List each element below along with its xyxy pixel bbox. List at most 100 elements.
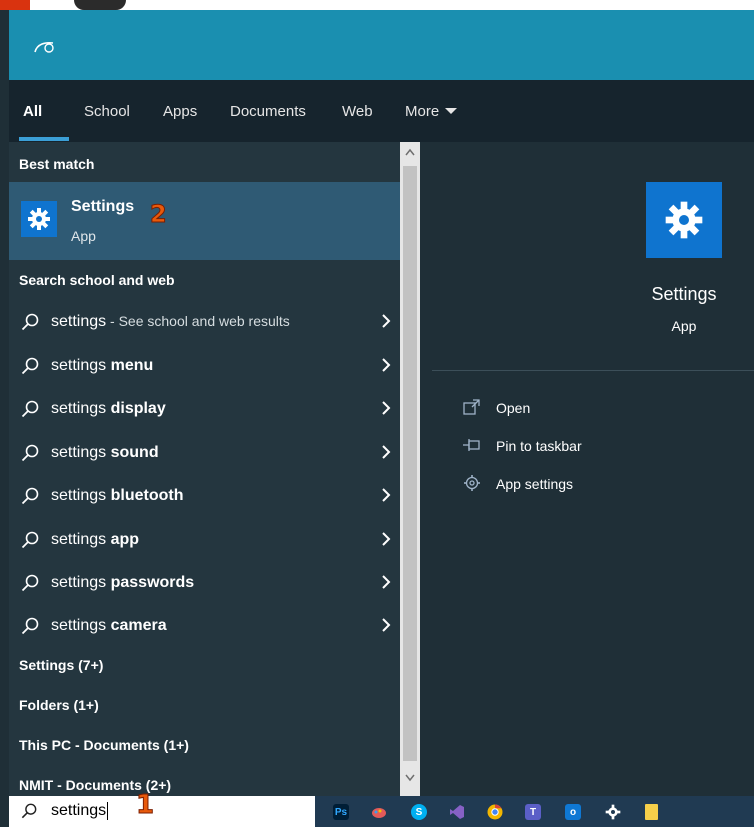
step-badge-2: 2 [150,200,168,229]
category-settings[interactable]: Settings (7+) [19,657,103,673]
paint-icon[interactable] [371,804,387,820]
results-pane: Best match Settings App Search school an… [9,142,400,796]
photoshop-icon[interactable]: Ps [333,804,349,820]
search-icon [21,803,37,819]
search-header [9,10,754,80]
search-icon [21,357,39,375]
query-completion: app [110,531,140,548]
app-icon-fragment [0,0,30,10]
chevron-right-icon [382,445,391,459]
query-completion: sound [110,444,159,461]
web-result-text: settings bluetooth [51,487,183,505]
chevron-right-icon [382,358,391,372]
query-text: settings [51,574,111,591]
query-text: settings [51,313,107,330]
query-text: settings [51,400,111,417]
open-label: Open [496,400,531,416]
web-result-row[interactable]: settings bluetooth [9,476,400,516]
file-explorer-icon[interactable] [645,804,658,820]
tab-school[interactable]: School [84,103,130,120]
tab-more-label: More [405,103,440,120]
cortana-logo-icon [34,41,54,53]
tab-web[interactable]: Web [342,103,373,120]
web-result-text: settings - See school and web results [51,313,290,331]
query-text: settings [51,444,111,461]
web-result-row[interactable]: settings - See school and web results [9,302,400,342]
chrome-icon[interactable] [487,804,503,820]
chevron-right-icon [382,575,391,589]
chevron-right-icon [382,532,391,546]
tab-all[interactable]: All [23,103,42,120]
app-settings-label: App settings [496,476,574,492]
query-completion: passwords [110,574,195,591]
preview-pane: Settings App Open Pin to taskbar App set… [420,142,754,796]
search-input[interactable]: settings [51,802,109,820]
category-this-pc-documents[interactable]: This PC - Documents (1+) [19,737,189,753]
best-match-subtitle: App [71,228,96,244]
web-result-text: settings menu [51,357,153,375]
pin-label: Pin to taskbar [496,438,582,454]
best-match-header: Best match [19,156,95,172]
best-match-result[interactable]: Settings App [9,182,400,260]
web-result-text: settings camera [51,617,167,635]
chevron-right-icon [382,618,391,632]
query-completion: menu [110,357,154,374]
preview-subtitle: App [671,318,697,334]
web-result-row[interactable]: settings passwords [9,563,400,603]
step-badge-1: 1 [135,790,155,821]
preview-title: Settings [651,284,717,304]
search-icon [21,531,39,549]
scroll-up-icon[interactable] [405,148,415,156]
taskbar-search-box[interactable]: settings [9,796,315,827]
web-result-row[interactable]: settings display [9,389,400,429]
outlook-icon[interactable]: o [565,804,581,820]
results-scrollbar[interactable] [400,142,420,796]
open-icon [463,399,480,415]
category-folders[interactable]: Folders (1+) [19,697,99,713]
search-icon [21,617,39,635]
web-result-text: settings passwords [51,574,194,592]
web-result-text: settings app [51,531,139,549]
teams-icon[interactable]: T [525,804,541,820]
chevron-right-icon [382,314,391,328]
gear-icon [464,475,480,491]
search-web-header: Search school and web [19,272,175,288]
query-text: settings [51,617,111,634]
dropdown-arrow-icon [445,108,458,114]
search-tabs: All School Apps Documents Web More [9,80,754,142]
visual-studio-icon[interactable] [449,804,465,820]
chevron-right-icon [382,488,391,502]
pin-icon [463,439,480,451]
query-text: settings [51,357,111,374]
web-result-row[interactable]: settings camera [9,606,400,646]
search-icon [21,400,39,418]
taskbar: Ps S T o [315,796,754,827]
divider [432,370,754,371]
search-icon [21,487,39,505]
query-hint: - See school and web results [106,313,290,329]
tab-apps[interactable]: Apps [163,103,197,120]
desktop-top-strip [0,0,754,10]
gear-icon [21,201,57,237]
skype-icon[interactable]: S [411,804,427,820]
chevron-right-icon [382,401,391,415]
tab-documents[interactable]: Documents [230,103,306,120]
settings-gear-icon[interactable] [605,804,621,820]
web-result-row[interactable]: settings menu [9,346,400,386]
web-result-text: settings display [51,400,166,418]
tab-more[interactable]: More [405,103,458,120]
best-match-title: Settings [71,198,135,215]
web-result-text: settings sound [51,444,159,462]
web-result-row[interactable]: settings app [9,520,400,560]
scroll-down-icon[interactable] [405,774,415,782]
web-result-row[interactable]: settings sound [9,433,400,473]
search-icon [21,574,39,592]
scrollbar-thumb[interactable] [403,166,417,761]
query-text: settings [51,487,111,504]
query-completion: display [110,400,166,417]
query-completion: bluetooth [110,487,184,504]
search-icon [21,444,39,462]
active-tab-indicator [19,137,69,141]
query-completion: camera [110,617,167,634]
gear-icon [646,182,722,258]
